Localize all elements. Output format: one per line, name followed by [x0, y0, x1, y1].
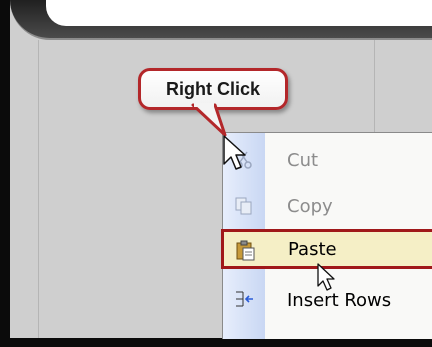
callout-text: Right Click [165, 79, 260, 99]
grid-divider [38, 40, 39, 338]
window-top-bar [10, 0, 432, 40]
menu-item-label: Paste [288, 239, 337, 260]
menu-item-label: Cut [287, 150, 319, 171]
mouse-pointer-icon [317, 263, 335, 291]
mouse-pointer-icon [223, 135, 246, 170]
insert-rows-icon [233, 289, 255, 311]
window-top-inner [46, 0, 432, 26]
menu-item-cut[interactable]: Cut [223, 139, 432, 181]
clipboard-icon [234, 239, 256, 261]
menu-item-label: Copy [287, 196, 333, 217]
copy-icon [233, 195, 255, 217]
context-menu: Cut Copy Paste Insert Rows [221, 132, 432, 339]
menu-item-copy[interactable]: Copy [223, 185, 432, 227]
menu-item-label: Insert Rows [287, 290, 392, 311]
